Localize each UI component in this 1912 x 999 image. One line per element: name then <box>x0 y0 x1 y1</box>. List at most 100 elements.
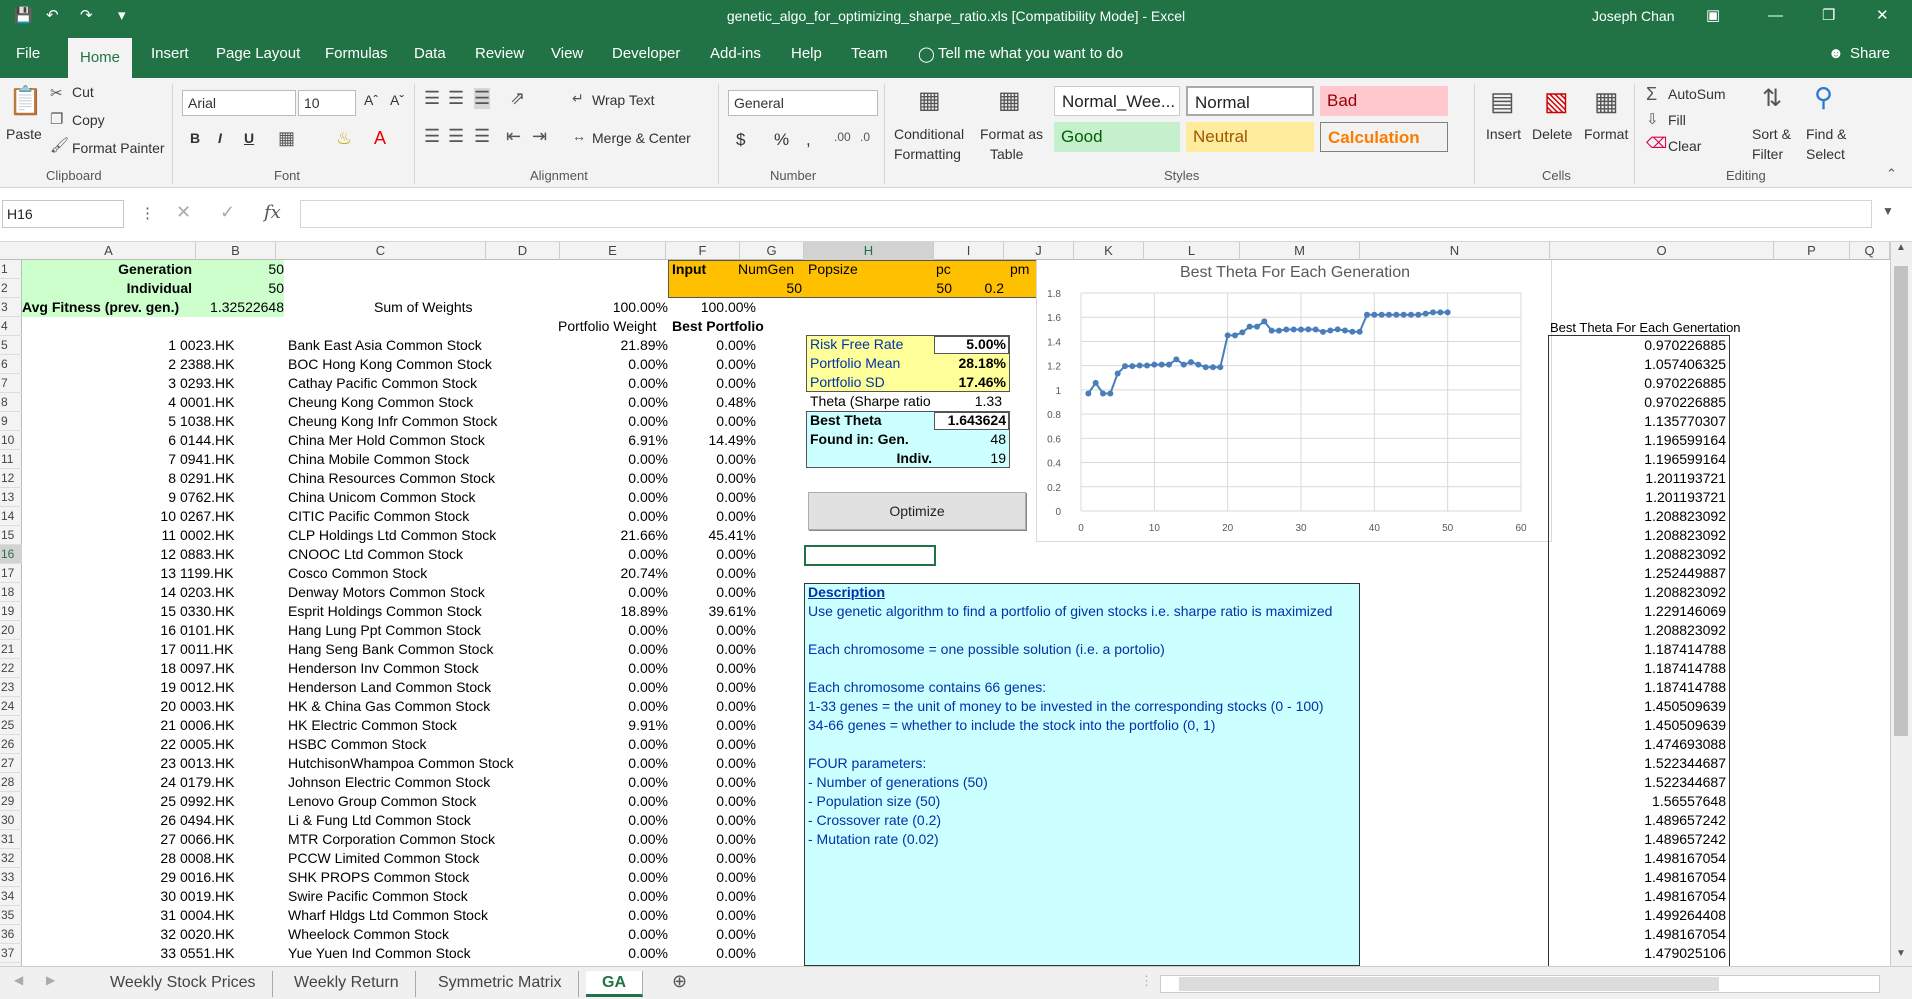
sum-weights-f[interactable]: 100.00% <box>672 298 756 317</box>
best-portfolio-cell[interactable]: 0.00% <box>672 773 756 792</box>
find-select-label[interactable]: Select <box>1806 146 1845 162</box>
conditional-formatting-icon[interactable]: ▦ <box>918 86 941 115</box>
best-portfolio-cell[interactable]: 0.00% <box>672 583 756 602</box>
comma-button[interactable]: , <box>806 130 811 150</box>
worksheet-grid[interactable]: Generation 50 Individual 50 Avg Fitness … <box>22 260 1890 966</box>
stock-number[interactable]: 9 <box>22 488 176 507</box>
stock-number[interactable]: 17 <box>22 640 176 659</box>
stock-name[interactable]: Hang Seng Bank Common Stock <box>288 640 528 659</box>
autosum-button[interactable]: AutoSum <box>1668 86 1726 102</box>
best-portfolio-cell[interactable]: 0.00% <box>672 659 756 678</box>
portfolio-weight-cell[interactable]: 0.00% <box>582 621 668 640</box>
column-header-k[interactable]: K <box>1074 242 1144 260</box>
stock-number[interactable]: 7 <box>22 450 176 469</box>
row-header-12[interactable]: 12 <box>0 469 22 488</box>
style-calculation[interactable]: Calculation <box>1320 122 1448 152</box>
stock-name[interactable]: HSBC Common Stock <box>288 735 528 754</box>
row-header-37[interactable]: 37 <box>0 944 22 963</box>
prev-sheet-icon[interactable]: ◀ <box>14 973 23 987</box>
best-portfolio-cell[interactable]: 0.00% <box>672 697 756 716</box>
style-neutral[interactable]: Neutral <box>1186 122 1314 152</box>
best-theta-list-value[interactable]: 0.970226885 <box>1550 336 1726 355</box>
portfolio-weight-cell[interactable]: 0.00% <box>582 412 668 431</box>
row-header-33[interactable]: 33 <box>0 868 22 887</box>
best-portfolio-cell[interactable]: 0.00% <box>672 735 756 754</box>
individual-value[interactable]: 50 <box>202 279 284 298</box>
optimize-button[interactable]: Optimize <box>808 492 1026 530</box>
stock-number[interactable]: 15 <box>22 602 176 621</box>
share-button[interactable]: Share <box>1850 45 1890 62</box>
row-header-14[interactable]: 14 <box>0 507 22 526</box>
align-top-icon[interactable]: ☰ <box>424 88 440 109</box>
stock-code[interactable]: 0551.HK <box>180 944 250 963</box>
column-header-d[interactable]: D <box>486 242 560 260</box>
stock-code[interactable]: 0011.HK <box>180 640 250 659</box>
stock-name[interactable]: BOC Hong Kong Common Stock <box>288 355 528 374</box>
best-portfolio-cell[interactable]: 0.00% <box>672 640 756 659</box>
stock-number[interactable]: 2 <box>22 355 176 374</box>
format-painter-button[interactable]: Format Painter <box>72 140 165 156</box>
best-theta-list-value[interactable]: 1.208823092 <box>1550 583 1726 602</box>
stock-name[interactable]: Yue Yuen Ind Common Stock <box>288 944 528 963</box>
new-sheet-icon[interactable]: ⊕ <box>672 971 687 992</box>
portfolio-weight-cell[interactable]: 0.00% <box>582 583 668 602</box>
best-theta-list-value[interactable]: 1.135770307 <box>1550 412 1726 431</box>
portfolio-weight-cell[interactable]: 0.00% <box>582 925 668 944</box>
best-theta-list-value[interactable]: 1.208823092 <box>1550 507 1726 526</box>
stock-number[interactable]: 19 <box>22 678 176 697</box>
stock-code[interactable]: 0013.HK <box>180 754 250 773</box>
row-header-6[interactable]: 6 <box>0 355 22 374</box>
stock-name[interactable]: China Unicom Common Stock <box>288 488 528 507</box>
tell-me-search[interactable]: Tell me what you want to do <box>938 45 1123 62</box>
stock-code[interactable]: 0144.HK <box>180 431 250 450</box>
portfolio-weight-cell[interactable]: 0.00% <box>582 868 668 887</box>
best-theta-list-value[interactable]: 1.208823092 <box>1550 545 1726 564</box>
autosum-icon[interactable]: Σ <box>1646 84 1657 105</box>
portfolio-weight-cell[interactable]: 0.00% <box>582 773 668 792</box>
best-theta-list-value[interactable]: 1.522344687 <box>1550 754 1726 773</box>
best-portfolio-cell[interactable]: 0.00% <box>672 754 756 773</box>
stock-name[interactable]: Hang Lung Ppt Common Stock <box>288 621 528 640</box>
stock-code[interactable]: 0494.HK <box>180 811 250 830</box>
best-portfolio-cell[interactable]: 0.00% <box>672 868 756 887</box>
row-header-9[interactable]: 9 <box>0 412 22 431</box>
best-portfolio-cell[interactable]: 0.00% <box>672 412 756 431</box>
user-name[interactable]: Joseph Chan <box>1592 6 1675 26</box>
stock-code[interactable]: 0003.HK <box>180 697 250 716</box>
paste-icon[interactable]: 📋 <box>8 84 43 117</box>
portfolio-weight-cell[interactable]: 0.00% <box>582 792 668 811</box>
best-theta-list-value[interactable]: 0.970226885 <box>1550 393 1726 412</box>
stock-code[interactable]: 1038.HK <box>180 412 250 431</box>
stock-number[interactable]: 10 <box>22 507 176 526</box>
row-header-3[interactable]: 3 <box>0 298 22 317</box>
row-header-5[interactable]: 5 <box>0 336 22 355</box>
find-select-icon[interactable]: ⚲ <box>1814 82 1833 113</box>
column-header-a[interactable]: A <box>22 242 196 260</box>
stock-name[interactable]: China Mobile Common Stock <box>288 450 528 469</box>
stock-number[interactable]: 21 <box>22 716 176 735</box>
portfolio-weight-cell[interactable]: 0.00% <box>582 887 668 906</box>
font-size-dropdown[interactable]: 10 <box>298 90 356 116</box>
stock-number[interactable]: 16 <box>22 621 176 640</box>
column-header-m[interactable]: M <box>1240 242 1360 260</box>
borders-icon[interactable]: ▦ <box>278 128 295 149</box>
portfolio-weight-cell[interactable]: 0.00% <box>582 906 668 925</box>
row-header-11[interactable]: 11 <box>0 450 22 469</box>
portfolio-weight-cell[interactable]: 0.00% <box>582 944 668 963</box>
tab-home[interactable]: Home <box>68 38 133 78</box>
best-theta-list-value[interactable]: 1.201193721 <box>1550 469 1726 488</box>
copy-icon[interactable]: ❐ <box>50 110 63 128</box>
stock-code[interactable]: 0008.HK <box>180 849 250 868</box>
portfolio-weight-cell[interactable]: 0.00% <box>582 450 668 469</box>
stock-number[interactable]: 33 <box>22 944 176 963</box>
tab-review[interactable]: Review <box>475 45 524 62</box>
stock-name[interactable]: Wheelock Common Stock <box>288 925 528 944</box>
stock-name[interactable]: China Resources Common Stock <box>288 469 528 488</box>
horizontal-scrollbar[interactable] <box>1160 975 1880 993</box>
best-theta-list-value[interactable]: 1.498167054 <box>1550 849 1726 868</box>
row-header-4[interactable]: 4 <box>0 317 22 336</box>
row-header-15[interactable]: 15 <box>0 526 22 545</box>
stock-number[interactable]: 14 <box>22 583 176 602</box>
best-portfolio-cell[interactable]: 0.00% <box>672 336 756 355</box>
stock-number[interactable]: 26 <box>22 811 176 830</box>
